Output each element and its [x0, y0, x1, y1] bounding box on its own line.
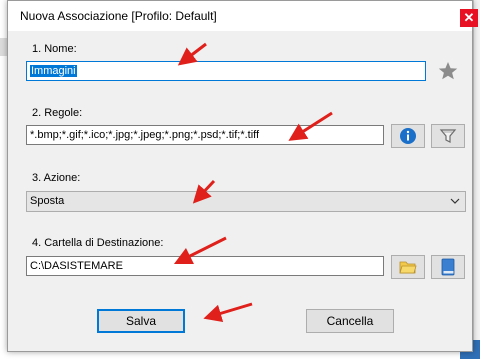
annotation-arrow-name — [177, 42, 207, 66]
annotation-arrow-save — [203, 302, 253, 323]
annotation-arrow-destination — [173, 236, 227, 265]
annotation-arrow-action — [192, 179, 216, 204]
annotation-arrows — [173, 42, 333, 323]
annotation-arrow-rules — [288, 111, 333, 141]
